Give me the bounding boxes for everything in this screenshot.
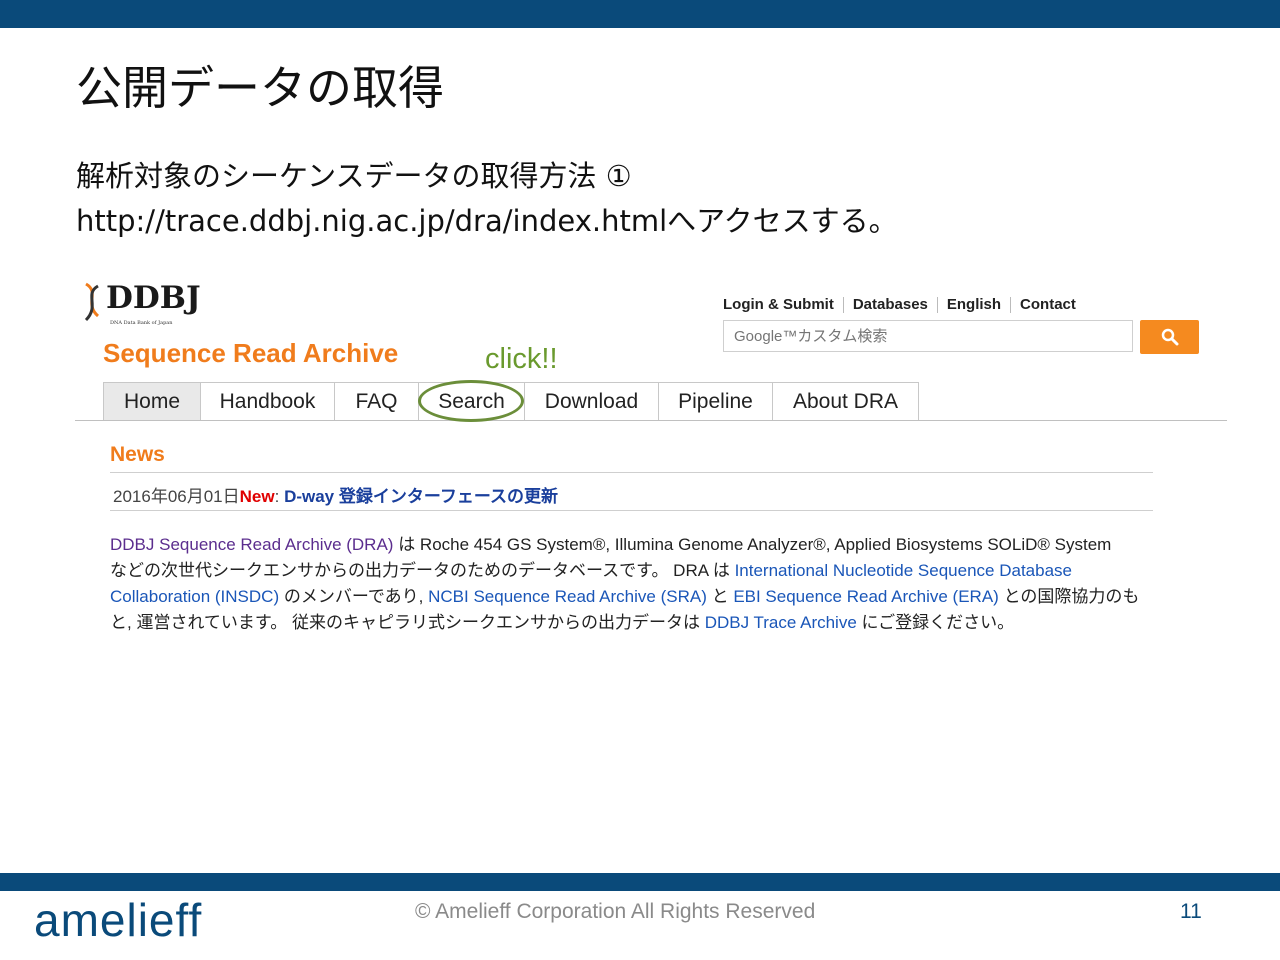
utility-nav: Login & Submit Databases English Contact bbox=[723, 296, 1076, 313]
copyright: © Amelieff Corporation All Rights Reserv… bbox=[415, 900, 816, 923]
slide-subtitle-2: http://trace.ddbj.nig.ac.jp/dra/index.ht… bbox=[76, 204, 898, 238]
divider bbox=[1010, 296, 1012, 313]
description-text: のメンバーであり, bbox=[279, 587, 429, 606]
tab-underline bbox=[75, 420, 1227, 421]
news-link[interactable]: D-way 登録インターフェースの更新 bbox=[284, 487, 558, 506]
divider bbox=[936, 296, 938, 313]
news-heading: News bbox=[110, 443, 165, 466]
site-title[interactable]: Sequence Read Archive bbox=[103, 338, 398, 369]
divider bbox=[110, 472, 1153, 473]
bottom-bar bbox=[0, 873, 1280, 891]
description-line: DDBJ Sequence Read Archive (DRA) は Roche… bbox=[110, 532, 1210, 558]
description-text: との国際協力のも bbox=[998, 587, 1140, 606]
dra-link[interactable]: DDBJ Sequence Read Archive (DRA) bbox=[110, 535, 393, 554]
tab-about-dra[interactable]: About DRA bbox=[773, 383, 919, 421]
databases-link[interactable]: Databases bbox=[853, 296, 928, 313]
english-link[interactable]: English bbox=[947, 296, 1001, 313]
description-text: と, 運営されています。 従来のキャピラリ式シークエンサからの出力データは bbox=[110, 613, 705, 632]
tab-pipeline[interactable]: Pipeline bbox=[659, 383, 773, 421]
description-text: は Roche 454 GS System®, Illumina Genome … bbox=[393, 535, 1112, 554]
top-bar bbox=[0, 0, 1280, 28]
slide-subtitle-1: 解析対象のシーケンスデータの取得方法 ① bbox=[76, 159, 632, 193]
divider bbox=[842, 296, 844, 313]
search-button[interactable] bbox=[1140, 320, 1199, 354]
dna-helix-icon bbox=[84, 282, 100, 322]
description-line: と, 運営されています。 従来のキャピラリ式シークエンサからの出力データは DD… bbox=[110, 610, 1210, 636]
logo-text: DDBJ bbox=[106, 280, 201, 316]
description-line: Collaboration (INSDC) のメンバーであり, NCBI Seq… bbox=[110, 584, 1210, 610]
news-new-badge: New bbox=[239, 487, 275, 506]
ebi-era-link[interactable]: EBI Sequence Read Archive (ERA) bbox=[733, 587, 999, 606]
page-number: 11 bbox=[1180, 900, 1202, 923]
search-highlight-oval bbox=[418, 380, 524, 422]
description-text: にご登録ください。 bbox=[856, 613, 1015, 632]
search-input[interactable] bbox=[724, 321, 1132, 351]
search-box bbox=[723, 320, 1133, 352]
dra-description: DDBJ Sequence Read Archive (DRA) は Roche… bbox=[110, 532, 1210, 636]
description-text: などの次世代シークエンサからの出力データのためのデータベースです。 DRA は bbox=[110, 561, 735, 580]
login-submit-link[interactable]: Login & Submit bbox=[723, 296, 834, 313]
tab-handbook[interactable]: Handbook bbox=[201, 383, 335, 421]
trace-archive-link[interactable]: DDBJ Trace Archive bbox=[705, 613, 857, 632]
brand-logo: amelieff bbox=[34, 894, 203, 946]
tab-home[interactable]: Home bbox=[103, 383, 201, 421]
slide-title: 公開データの取得 bbox=[76, 61, 444, 115]
click-annotation: click!! bbox=[485, 343, 558, 375]
tab-faq[interactable]: FAQ bbox=[335, 383, 419, 421]
search-icon bbox=[1161, 328, 1178, 346]
ddbj-screenshot: DDBJ DNA Data Bank of Japan Sequence Rea… bbox=[0, 270, 1280, 650]
tab-download[interactable]: Download bbox=[525, 383, 659, 421]
ncbi-sra-link[interactable]: NCBI Sequence Read Archive (SRA) bbox=[428, 587, 707, 606]
insdc-link[interactable]: International Nucleotide Sequence Databa… bbox=[735, 561, 1072, 580]
news-item: 2016年06月01日New: D-way 登録インターフェースの更新 bbox=[113, 482, 558, 507]
description-line: などの次世代シークエンサからの出力データのためのデータベースです。 DRA は … bbox=[110, 558, 1210, 584]
description-text: と bbox=[706, 587, 734, 606]
news-colon: : bbox=[274, 487, 285, 506]
logo-subtext: DNA Data Bank of Japan bbox=[110, 320, 173, 326]
insdc-link[interactable]: Collaboration (INSDC) bbox=[110, 587, 279, 606]
contact-link[interactable]: Contact bbox=[1020, 296, 1076, 313]
news-date: 2016年06月01日 bbox=[113, 487, 240, 506]
divider bbox=[110, 510, 1153, 511]
